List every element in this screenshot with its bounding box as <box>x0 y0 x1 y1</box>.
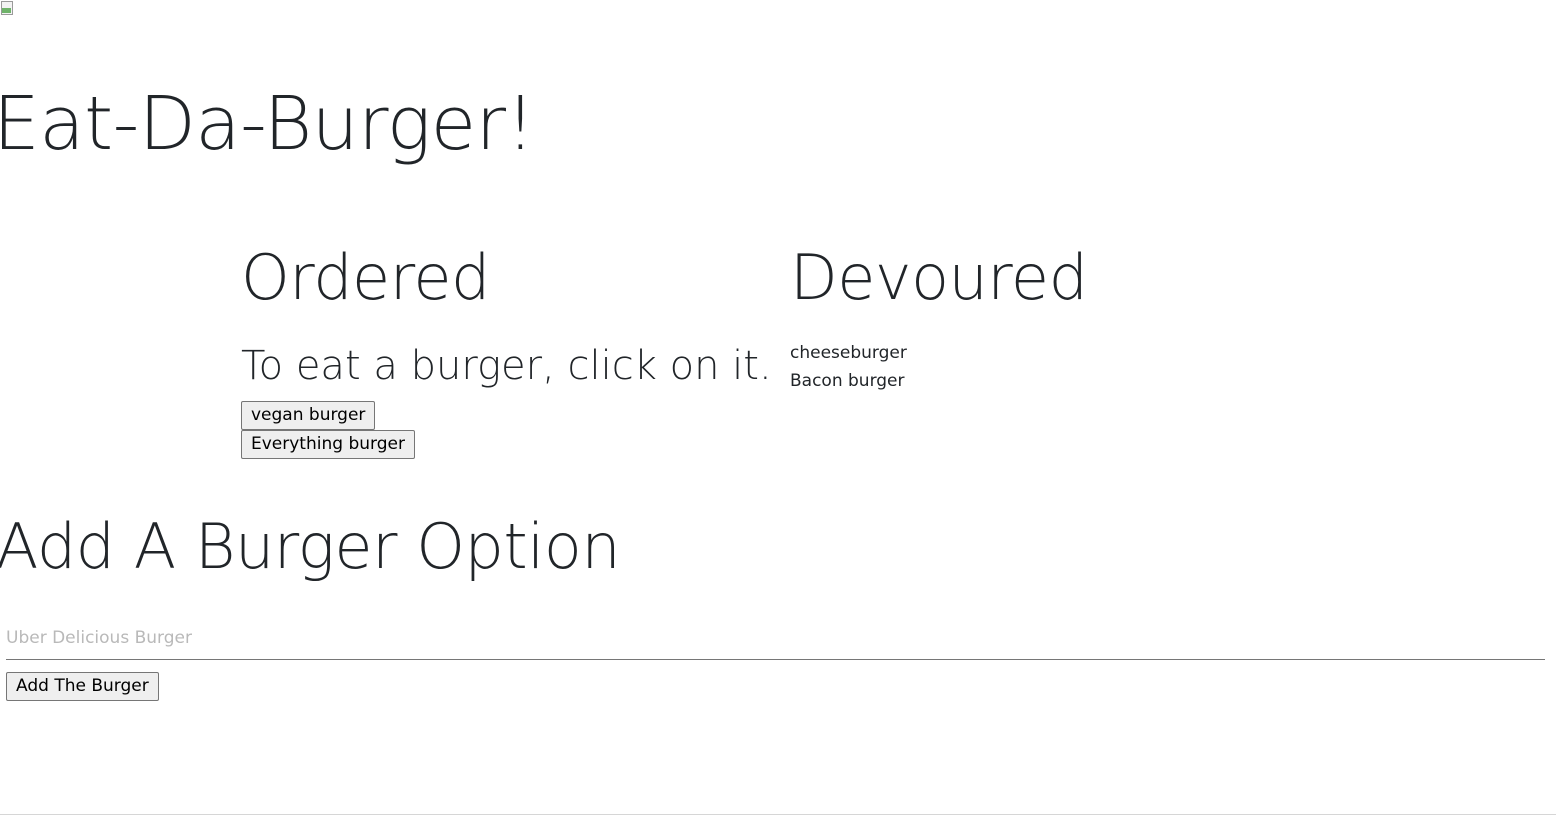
burger-button-everything[interactable]: Everything burger <box>241 430 415 459</box>
add-burger-heading: Add A Burger Option <box>0 510 621 583</box>
add-burger-button[interactable]: Add The Burger <box>6 672 159 701</box>
ordered-column: Ordered To eat a burger, click on it. ve… <box>241 236 781 459</box>
devoured-item-cheeseburger: cheeseburger <box>790 343 907 363</box>
burger-name-input[interactable] <box>6 616 1545 660</box>
ordered-heading: Ordered <box>241 241 490 314</box>
devoured-heading: Devoured <box>790 241 1088 314</box>
devoured-burger-list: cheeseburger Bacon burger <box>790 339 1330 395</box>
broken-image-icon <box>0 0 14 16</box>
page-title: Eat-Da-Burger! <box>0 81 535 167</box>
eat-instruction: To eat a burger, click on it. <box>241 343 772 389</box>
broken-image-landscape-shape <box>2 8 11 13</box>
devoured-column: Devoured cheeseburger Bacon burger <box>790 236 1330 395</box>
ordered-burger-list: vegan burger Everything burger <box>241 401 781 459</box>
burger-button-vegan[interactable]: vegan burger <box>241 401 376 430</box>
bottom-divider <box>0 814 1556 815</box>
devoured-item-bacon-burger: Bacon burger <box>790 371 905 391</box>
